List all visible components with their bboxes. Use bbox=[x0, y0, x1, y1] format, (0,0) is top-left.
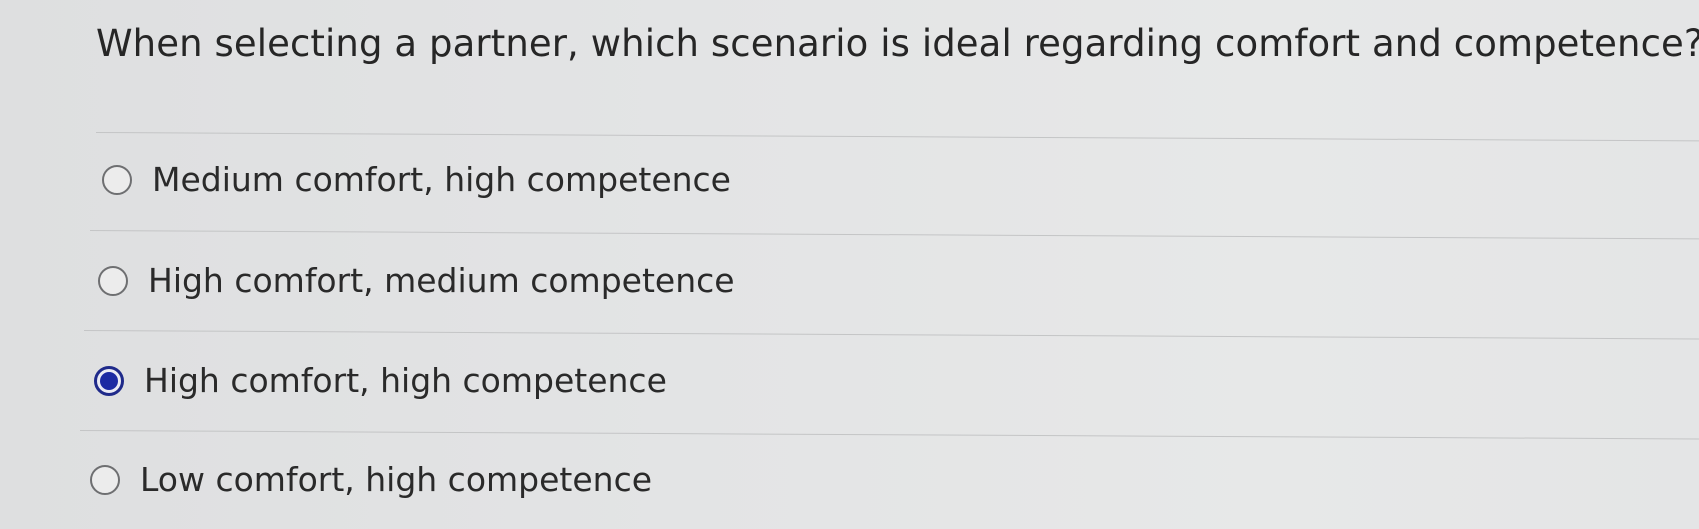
answer-option-low-comfort-high-competence[interactable]: Low comfort, high competence bbox=[90, 460, 652, 500]
option-label: High comfort, medium competence bbox=[148, 261, 735, 300]
radio-button-selected-icon[interactable] bbox=[94, 366, 124, 396]
question-text: When selecting a partner, which scenario… bbox=[96, 22, 1699, 65]
divider bbox=[79, 430, 1699, 440]
divider bbox=[95, 132, 1699, 142]
answer-option-high-comfort-medium-competence[interactable]: High comfort, medium competence bbox=[98, 261, 735, 301]
radio-button-icon[interactable] bbox=[90, 465, 120, 495]
answer-option-high-comfort-high-competence[interactable]: High comfort, high competence bbox=[94, 361, 667, 401]
radio-button-icon[interactable] bbox=[102, 165, 132, 195]
answer-option-medium-comfort-high-competence[interactable]: Medium comfort, high competence bbox=[102, 160, 731, 200]
radio-dot bbox=[100, 372, 118, 390]
divider bbox=[89, 230, 1699, 240]
option-label: High comfort, high competence bbox=[144, 361, 667, 400]
divider bbox=[83, 330, 1699, 340]
option-label: Low comfort, high competence bbox=[140, 460, 653, 499]
radio-button-icon[interactable] bbox=[98, 266, 128, 296]
option-label: Medium comfort, high competence bbox=[152, 160, 731, 199]
